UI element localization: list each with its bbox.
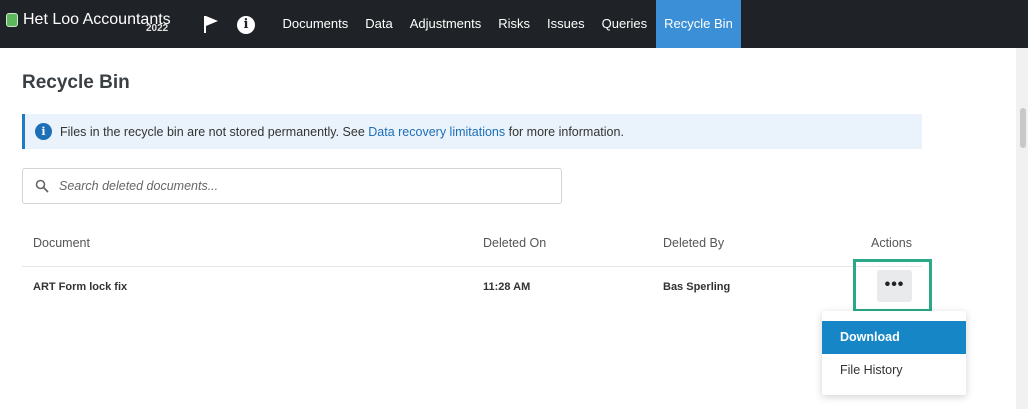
notice-text: Files in the recycle bin are not stored … xyxy=(60,125,624,139)
info-icon[interactable]: i xyxy=(237,16,255,34)
tab-documents[interactable]: Documents xyxy=(274,0,357,48)
page-title: Recycle Bin xyxy=(22,72,130,93)
column-header-document[interactable]: Document xyxy=(33,236,90,250)
tab-risks[interactable]: Risks xyxy=(490,0,539,48)
notice-text-before: Files in the recycle bin are not stored … xyxy=(60,124,369,139)
menu-item-download[interactable]: Download xyxy=(822,321,966,354)
column-header-actions: Actions xyxy=(871,236,912,250)
more-actions-button[interactable]: ••• xyxy=(877,270,912,302)
tab-queries[interactable]: Queries xyxy=(593,0,656,48)
tab-data[interactable]: Data xyxy=(357,0,401,48)
brand-logo-icon xyxy=(6,13,18,27)
column-header-deleted-on[interactable]: Deleted On xyxy=(483,236,546,250)
main-nav: Documents Data Adjustments Risks Issues … xyxy=(274,0,742,48)
notice-text-after: for more information. xyxy=(505,124,624,139)
top-navbar: Het Loo Accountants 2022 i Documents Dat… xyxy=(0,0,1028,48)
tab-recycle-bin[interactable]: Recycle Bin xyxy=(655,0,742,48)
flag-icon[interactable] xyxy=(203,15,219,33)
search-icon xyxy=(35,179,49,193)
vertical-scrollbar[interactable] xyxy=(1016,48,1028,409)
table-header-divider xyxy=(22,266,922,267)
info-icon: i xyxy=(35,123,52,140)
scrollbar-thumb[interactable] xyxy=(1020,108,1026,148)
cell-deleted-on: 11:28 AM xyxy=(483,281,531,293)
cell-deleted-by: Bas Sperling xyxy=(663,281,731,293)
menu-item-file-history[interactable]: File History xyxy=(822,354,966,387)
more-horizontal-icon: ••• xyxy=(884,276,905,293)
tab-adjustments[interactable]: Adjustments xyxy=(401,0,490,48)
search-input[interactable] xyxy=(59,179,539,193)
cell-document[interactable]: ART Form lock fix xyxy=(33,281,127,293)
column-header-deleted-by[interactable]: Deleted By xyxy=(663,236,724,250)
data-recovery-link[interactable]: Data recovery limitations xyxy=(368,125,505,139)
search-box[interactable] xyxy=(22,168,562,204)
info-notice: i Files in the recycle bin are not store… xyxy=(22,114,922,149)
brand-year: 2022 xyxy=(146,23,169,34)
tab-issues[interactable]: Issues xyxy=(539,0,594,48)
actions-dropdown-menu: Download File History xyxy=(822,311,966,395)
